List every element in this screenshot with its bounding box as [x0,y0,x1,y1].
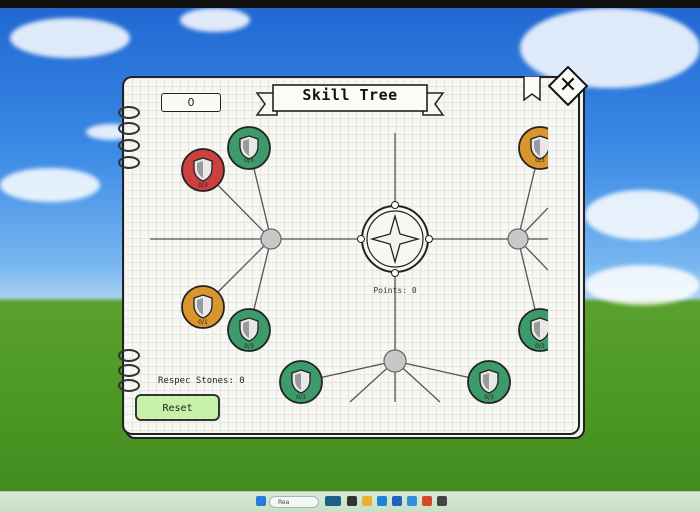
skill-node-b[interactable]: 0/3 [181,148,225,192]
compass-core-node[interactable] [357,201,433,277]
app-icon[interactable] [422,496,432,506]
skill-node-a[interactable]: 0/3 [227,126,271,170]
reset-button[interactable]: Reset [135,394,220,421]
skill-node-g[interactable]: 0/3 [518,126,561,170]
respec-stones-label: Respec Stones: 0 [158,376,245,386]
folder-icon[interactable] [362,496,372,506]
skill-tree-canvas: 0/3 0/3 0/1 0/3 0/3 0/3 0/3 0/3 [150,126,561,404]
points-label: Points: 0 [373,286,417,295]
skill-node-d[interactable]: 0/3 [227,308,271,352]
skill-node-rank: 0/3 [244,343,254,350]
skill-node-rank: 0/3 [535,343,545,350]
taskbar: Rea [0,491,700,512]
windows-start-icon[interactable] [256,496,266,506]
skill-node-f[interactable]: 0/3 [467,360,511,404]
skill-node-rank: 0/3 [198,182,208,189]
taskbar-search[interactable]: Rea [269,496,319,508]
bottom-hub [383,349,407,373]
skill-node-rank: 0/3 [244,157,254,164]
skill-node-rank: 0/3 [535,157,545,164]
app-icon[interactable] [437,496,447,506]
skill-node-e[interactable]: 0/3 [279,360,323,404]
skill-node-rank: 0/3 [296,394,306,401]
skill-node-rank: 0/1 [198,319,208,326]
app-icon[interactable] [347,496,357,506]
app-icon[interactable] [407,496,417,506]
skill-node-c[interactable]: 0/1 [181,285,225,329]
app-icon[interactable] [392,496,402,506]
app-icon[interactable] [325,496,341,506]
skill-node-h[interactable]: 0/3 [518,308,561,352]
left-hub [260,228,282,250]
right-hub [507,228,529,250]
browser-icon[interactable] [377,496,387,506]
skill-node-rank: 0/3 [484,394,494,401]
